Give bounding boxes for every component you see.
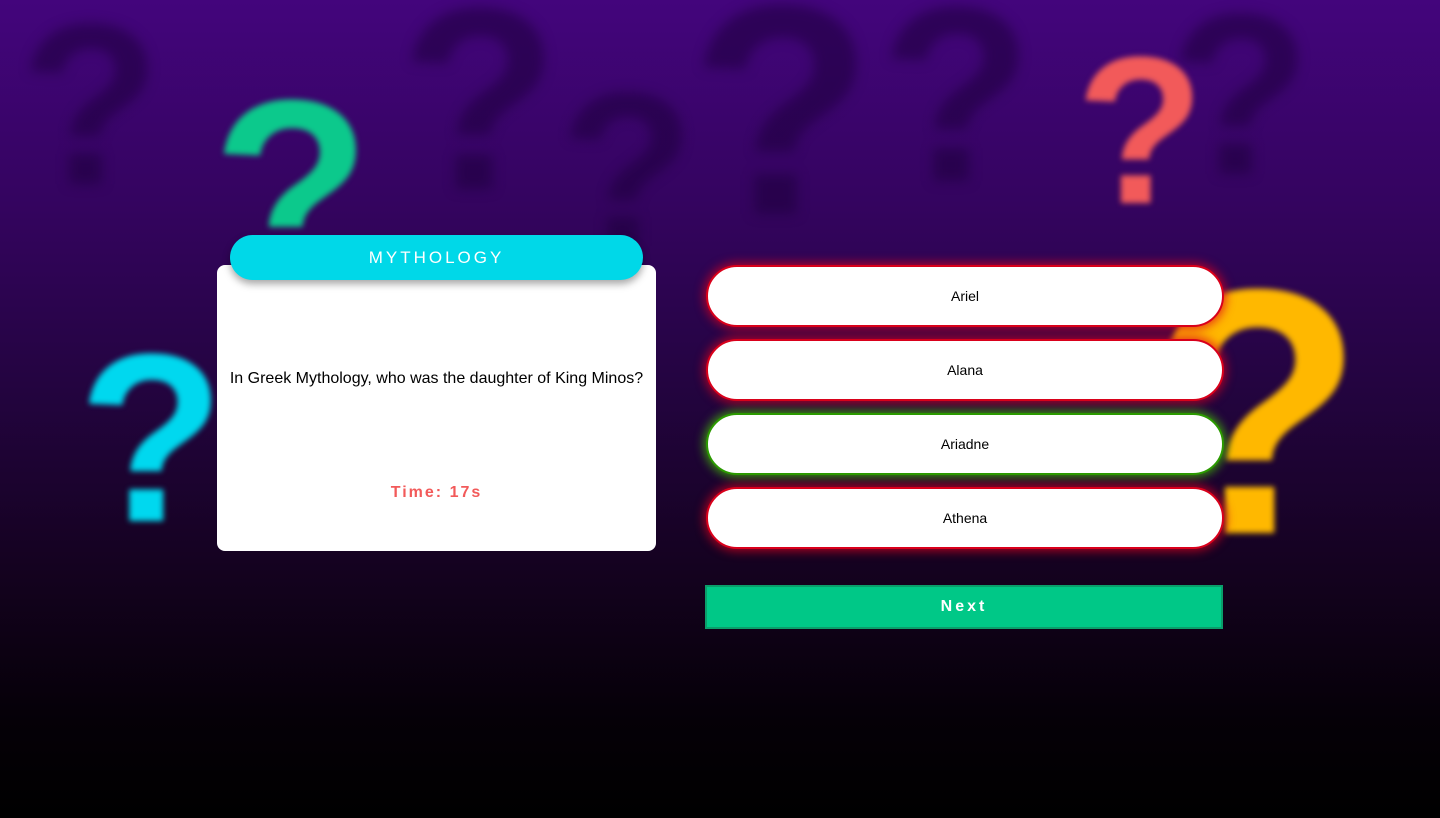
answer-option-2[interactable]: Alana (706, 339, 1224, 401)
question-mark-icon: ? (78, 304, 225, 572)
question-mark-icon: ? (20, 0, 161, 233)
category-badge: MYTHOLOGY (230, 235, 643, 280)
next-button[interactable]: Next (705, 585, 1223, 629)
answer-option-1[interactable]: Ariel (706, 265, 1224, 327)
question-card (217, 265, 656, 551)
answer-option-3[interactable]: Ariadne (706, 413, 1224, 475)
timer: Time: 17s (390, 484, 483, 501)
question-mark-icon: ? (1076, 13, 1205, 248)
question-mark-icon: ? (690, 0, 874, 278)
question-mark-icon: ? (880, 0, 1033, 234)
background: ? ? ? ? ? ? ? ? ? ? (0, 0, 1440, 818)
question-text: In Greek Mythology, who was the daughter… (229, 370, 644, 387)
answer-option-4[interactable]: Athena (706, 487, 1224, 549)
question-mark-icon: ? (400, 0, 559, 245)
